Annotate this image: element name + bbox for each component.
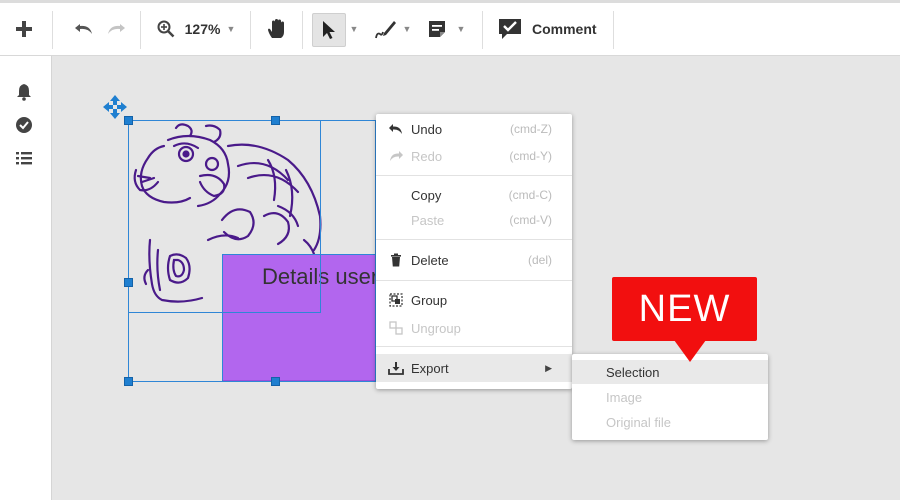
menu-item-ungroup[interactable]: Ungroup: [376, 315, 572, 341]
menu-divider: [376, 239, 572, 240]
menu-divider: [376, 346, 572, 347]
toolbar-divider: [482, 11, 483, 49]
menu-item-export[interactable]: Export ▶: [376, 354, 572, 382]
submenu-item-label: Original file: [606, 414, 672, 430]
note-icon: [429, 21, 445, 37]
pen-tool-dropdown[interactable]: ▼: [400, 3, 414, 55]
context-menu: Undo (cmd-Z) Redo (cmd-Y) Copy (cmd-C) P…: [376, 114, 572, 389]
submenu-item-image[interactable]: Image: [572, 385, 768, 409]
menu-item-undo[interactable]: Undo (cmd-Z): [376, 116, 572, 142]
menu-item-label: Redo: [411, 148, 443, 164]
group-icon: [388, 292, 404, 308]
toolbar-divider: [140, 11, 141, 49]
hand-icon: [268, 19, 284, 38]
chevron-down-icon: ▼: [349, 24, 359, 34]
tasks-button[interactable]: [14, 115, 34, 135]
resize-handle-left[interactable]: [124, 278, 133, 287]
menu-item-copy[interactable]: Copy (cmd-C): [376, 182, 572, 208]
menu-item-label: Ungroup: [411, 320, 461, 336]
menu-item-label: Delete: [411, 252, 449, 268]
trash-icon: [388, 252, 404, 268]
menu-item-shortcut: (cmd-V): [509, 213, 552, 227]
menu-divider: [376, 280, 572, 281]
check-circle-icon: [16, 117, 32, 133]
comment-label: Comment: [532, 21, 597, 37]
comment-button[interactable]: Comment: [498, 3, 602, 55]
menu-item-redo[interactable]: Redo (cmd-Y): [376, 143, 572, 169]
add-button[interactable]: [8, 3, 40, 55]
pointer-icon: [323, 21, 335, 39]
select-tool-dropdown[interactable]: ▼: [346, 3, 362, 55]
submenu-item-label: Image: [606, 389, 643, 405]
list-icon: [16, 152, 32, 165]
pen-tool-button[interactable]: [368, 3, 404, 55]
chevron-down-icon: ▼: [456, 24, 466, 34]
zoom-control[interactable]: 127% ▼: [152, 3, 240, 55]
left-rail: [0, 56, 52, 500]
menu-item-label: Group: [411, 292, 448, 308]
note-tool-dropdown[interactable]: ▼: [454, 3, 468, 55]
menu-item-shortcut: (cmd-Y): [509, 149, 552, 163]
export-submenu: Selection Image Original file: [572, 354, 768, 440]
undo-icon: [75, 24, 92, 34]
toolbar-divider: [52, 11, 53, 49]
sticky-bounds: [222, 254, 378, 382]
pen-icon: [375, 21, 396, 39]
menu-item-delete[interactable]: Delete (del): [376, 247, 572, 273]
comment-icon: [499, 19, 521, 39]
toolbar-divider: [613, 11, 614, 49]
plus-icon: [16, 21, 32, 37]
menu-item-label: Export: [411, 360, 449, 376]
menu-item-shortcut: (del): [527, 253, 552, 267]
zoom-level: 127%: [184, 21, 221, 37]
bell-icon: [17, 84, 31, 101]
hand-tool-button[interactable]: [262, 3, 292, 55]
menu-item-paste[interactable]: Paste (cmd-V): [376, 207, 572, 233]
menu-item-label: Copy: [411, 187, 442, 203]
menu-item-shortcut: (cmd-Z): [510, 122, 552, 136]
new-feature-badge: NEW: [612, 277, 757, 341]
redo-icon: [108, 24, 125, 34]
submenu-item-selection[interactable]: Selection: [572, 360, 768, 384]
download-icon: [388, 360, 404, 376]
menu-item-label: Paste: [411, 212, 445, 228]
menu-item-shortcut: (cmd-C): [508, 188, 552, 202]
chevron-down-icon: ▼: [402, 24, 412, 34]
top-toolbar: 127% ▼ ▼ ▼ ▼ Comment: [0, 0, 900, 56]
undo-icon: [388, 121, 404, 137]
move-icon[interactable]: [102, 94, 128, 120]
zoom-in-icon: [157, 20, 175, 38]
toolbar-divider: [250, 11, 251, 49]
resize-handle-bottom[interactable]: [271, 377, 280, 386]
submenu-item-label: Selection: [606, 364, 660, 380]
resize-handle-top[interactable]: [271, 116, 280, 125]
redo-button[interactable]: [102, 3, 130, 55]
submenu-item-original-file[interactable]: Original file: [572, 410, 768, 434]
chevron-down-icon: ▼: [226, 24, 236, 34]
menu-divider: [376, 175, 572, 176]
resize-handle-bottom-left[interactable]: [124, 377, 133, 386]
toolbar-divider: [302, 11, 303, 49]
undo-button[interactable]: [70, 3, 98, 55]
outline-button[interactable]: [14, 148, 34, 168]
badge-pointer: [674, 340, 706, 362]
menu-item-group[interactable]: Group: [376, 287, 572, 313]
select-tool-button[interactable]: [312, 13, 346, 47]
redo-icon: [388, 148, 404, 164]
notifications-button[interactable]: [14, 82, 34, 102]
submenu-arrow-icon: ▶: [545, 362, 552, 373]
note-tool-button[interactable]: [422, 3, 452, 55]
ungroup-icon: [388, 320, 404, 336]
menu-item-label: Undo: [411, 121, 443, 137]
